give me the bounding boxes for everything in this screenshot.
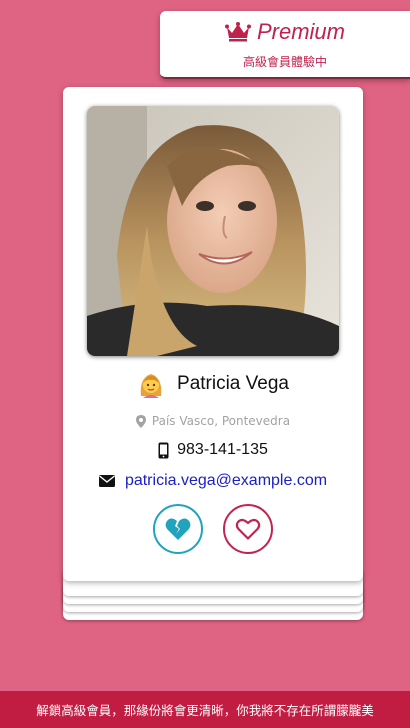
unlock-premium-banner[interactable]: 解鎖高級會員，那緣份將會更清晰，你我將不存在所謂朦朧美 [0, 691, 410, 728]
profile-card[interactable]: Patricia Vega País Vasco, Pontevedra 983… [63, 87, 363, 581]
unlock-premium-text: 解鎖高級會員，那緣份將會更清晰，你我將不存在所謂朦朧美 [36, 703, 374, 718]
profile-photo [87, 106, 339, 356]
woman-emoji-icon [140, 374, 162, 398]
mobile-phone-icon [158, 442, 169, 458]
premium-badge[interactable]: Premium 高級會員體驗中 [160, 11, 410, 79]
profile-phone: 983-141-135 [177, 441, 268, 458]
map-marker-icon [135, 414, 146, 428]
email-row: patricia.vega@example.com [63, 470, 363, 492]
phone-row: 983-141-135 [63, 439, 363, 461]
location-row: País Vasco, Pontevedra [63, 412, 363, 430]
profile-location: País Vasco, Pontevedra [151, 414, 291, 428]
heart-icon [235, 518, 261, 540]
crown-icon [224, 22, 251, 42]
profile-name: Patricia Vega [177, 373, 289, 394]
name-row: Patricia Vega [63, 369, 363, 399]
premium-title: Premium [256, 19, 345, 44]
profile-photo-image [87, 106, 339, 356]
envelope-icon [98, 475, 115, 487]
pass-button[interactable] [153, 504, 203, 554]
broken-heart-icon [165, 518, 191, 540]
premium-subtitle: 高級會員體驗中 [242, 55, 327, 69]
like-button[interactable] [223, 504, 273, 554]
profile-email-link[interactable]: patricia.vega@example.com [125, 472, 327, 490]
premium-title-row: Premium [160, 17, 410, 47]
